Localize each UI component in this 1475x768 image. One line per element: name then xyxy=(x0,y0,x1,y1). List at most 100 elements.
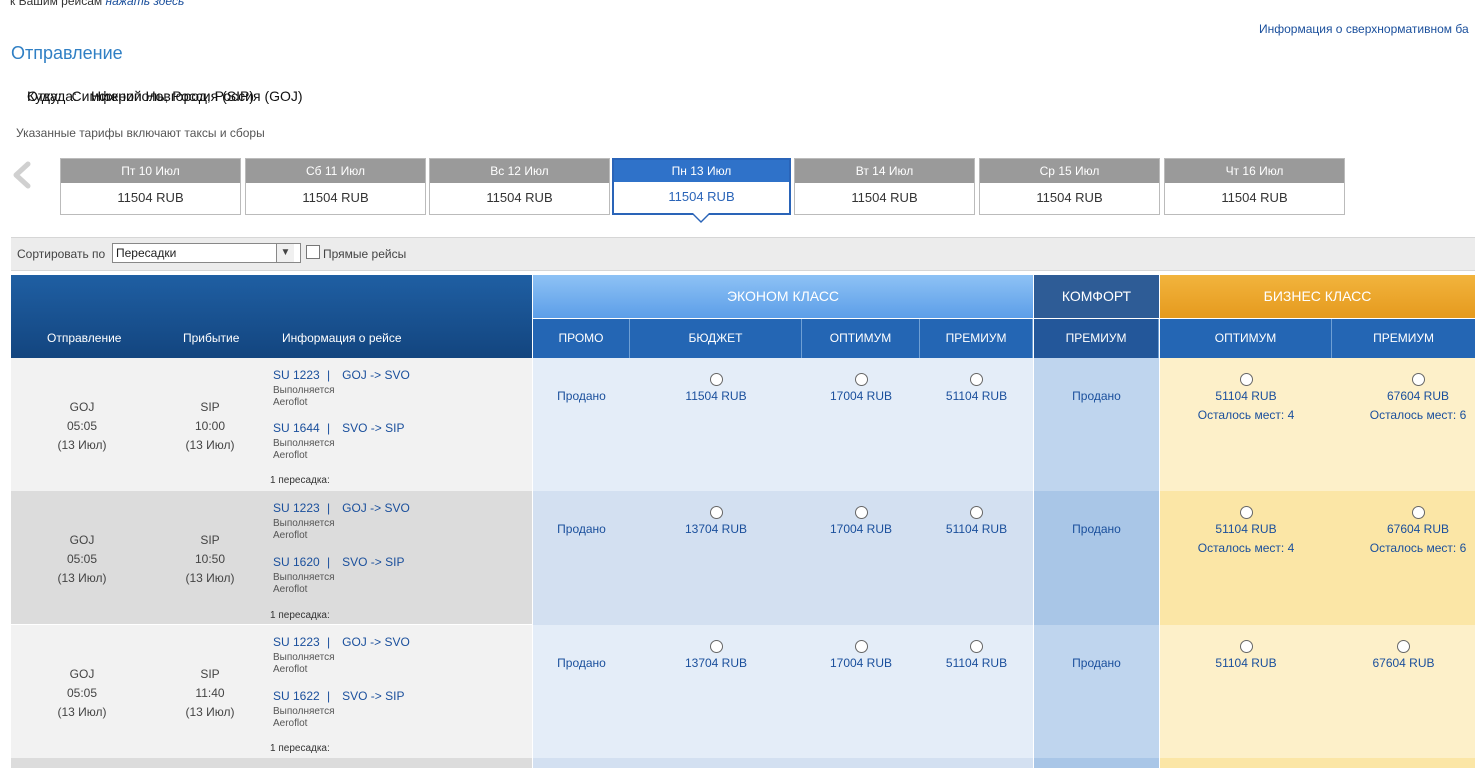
date-tab-price: 11504 RUB xyxy=(668,189,735,204)
fare-premium[interactable]: 51104 RUB xyxy=(920,640,1033,670)
chevron-down-icon[interactable]: ▼ xyxy=(276,244,294,262)
prev-dates-arrow-icon[interactable] xyxy=(8,160,36,190)
fare-radio[interactable] xyxy=(970,373,983,386)
operated-label: Выполняется xyxy=(273,572,335,583)
segment-route[interactable]: GOJ -> SVO xyxy=(342,368,410,382)
fare-budget[interactable]: 13704 RUB xyxy=(630,506,802,536)
segment-code[interactable]: SU 1223 xyxy=(273,368,323,382)
date-tab-6[interactable]: Чт 16 Июл 11504 RUB xyxy=(1164,158,1345,215)
segment-code[interactable]: SU 1223 xyxy=(273,635,323,649)
fare-price: 13704 RUB xyxy=(684,522,748,536)
fare-radio[interactable] xyxy=(1411,373,1425,386)
fare-radio[interactable] xyxy=(709,373,723,386)
fare-biz-optimum[interactable]: 51104 RUB Осталось мест: 4 xyxy=(1160,373,1332,422)
carrier-name: Aeroflot xyxy=(273,664,308,675)
date-tab-1[interactable]: Сб 11 Июл 11504 RUB xyxy=(245,158,426,215)
flight-segment-1[interactable]: SU 1223 | GOJ -> SVO xyxy=(273,635,410,649)
segment-route[interactable]: SVO -> SIP xyxy=(342,555,404,569)
fare-price: 51104 RUB xyxy=(945,522,1008,536)
segment-route[interactable]: GOJ -> SVO xyxy=(342,635,410,649)
fare-biz-optimum[interactable]: 51104 RUB Осталось мест: 4 xyxy=(1160,506,1332,555)
header-optimum: ОПТИМУМ xyxy=(802,319,920,358)
fare-budget[interactable]: 13704 RUB xyxy=(630,640,802,670)
date-tab-0[interactable]: Пт 10 Июл 11504 RUB xyxy=(60,158,241,215)
date-tab-day: Пн 13 Июл xyxy=(614,160,789,182)
top-note-link[interactable]: нажать здесь xyxy=(106,0,185,8)
date-tab-day: Пт 10 Июл xyxy=(61,159,240,183)
segment-code[interactable]: SU 1622 xyxy=(273,689,323,703)
header-budget: БЮДЖЕТ xyxy=(630,319,802,358)
header-biz-optimum: ОПТИМУМ xyxy=(1160,319,1332,358)
segment-code[interactable]: SU 1644 xyxy=(273,421,323,435)
segment-code[interactable]: SU 1620 xyxy=(273,555,323,569)
business-column-bg xyxy=(1160,758,1475,768)
segment-code[interactable]: SU 1223 xyxy=(273,501,323,515)
promo-sold-out: Продано xyxy=(557,522,606,536)
comfort-column-bg xyxy=(1034,491,1159,625)
fare-radio[interactable] xyxy=(709,640,723,653)
fare-optimum[interactable]: 17004 RUB xyxy=(802,373,920,403)
fare-price: 17004 RUB xyxy=(829,389,893,403)
fare-price: 51104 RUB xyxy=(1215,522,1277,536)
flight-segment-2[interactable]: SU 1622 | SVO -> SIP xyxy=(273,689,404,703)
fare-radio[interactable] xyxy=(1239,640,1253,653)
flight-segment-2[interactable]: SU 1620 | SVO -> SIP xyxy=(273,555,404,569)
date-tab-5[interactable]: Ср 15 Июл 11504 RUB xyxy=(979,158,1160,215)
segment-1-operator: Выполняется Aeroflot xyxy=(273,652,335,676)
fare-radio[interactable] xyxy=(1239,506,1253,519)
sort-select[interactable]: Пересадки ▼ xyxy=(112,243,301,263)
fare-optimum[interactable]: 17004 RUB xyxy=(802,506,920,536)
date-tab-price: 11504 RUB xyxy=(1221,190,1288,205)
fare-optimum[interactable]: 17004 RUB xyxy=(802,640,920,670)
fare-radio[interactable] xyxy=(854,640,868,653)
fare-premium[interactable]: 51104 RUB xyxy=(920,506,1033,536)
segment-route[interactable]: GOJ -> SVO xyxy=(342,501,410,515)
segment-route[interactable]: SVO -> SIP xyxy=(342,421,404,435)
fare-biz-premium[interactable]: 67604 RUB xyxy=(1332,640,1475,670)
flight-segment-1[interactable]: SU 1223 | GOJ -> SVO xyxy=(273,501,410,515)
dep-date: (13 Июл) xyxy=(57,571,107,585)
date-tab-price: 11504 RUB xyxy=(1036,190,1103,205)
header-comfort-class: КОМФОРТ xyxy=(1034,275,1159,318)
fare-premium[interactable]: 51104 RUB xyxy=(920,373,1033,403)
date-tab-day: Вс 12 Июл xyxy=(430,159,609,183)
flight-segment-1[interactable]: SU 1223 | GOJ -> SVO xyxy=(273,368,410,382)
fare-budget[interactable]: 11504 RUB xyxy=(630,373,802,403)
fare-biz-premium[interactable]: 67604 RUB Осталось мест: 6 xyxy=(1332,506,1475,555)
header-business-class: БИЗНЕС КЛАСС xyxy=(1160,275,1475,318)
arr-time: 10:00 xyxy=(194,419,226,433)
comfort-sold-out: Продано xyxy=(1072,389,1121,403)
dep-date: (13 Июл) xyxy=(57,438,107,452)
fare-radio[interactable] xyxy=(709,506,723,519)
segment-route[interactable]: SVO -> SIP xyxy=(342,689,404,703)
top-note: к Вашим рейсам нажать здесь xyxy=(10,0,184,8)
fare-price: 67604 RUB xyxy=(1386,522,1450,536)
date-tab-day: Чт 16 Июл xyxy=(1165,159,1344,183)
fare-radio[interactable] xyxy=(854,373,868,386)
carrier-name: Aeroflot xyxy=(273,530,308,541)
flight-segment-2[interactable]: SU 1644 | SVO -> SIP xyxy=(273,421,404,435)
header-departure: Отправление xyxy=(47,331,122,345)
fare-radio[interactable] xyxy=(1411,506,1425,519)
arr-date: (13 Июл) xyxy=(185,571,235,585)
date-tab-2[interactable]: Вс 12 Июл 11504 RUB xyxy=(429,158,610,215)
sort-select-value: Пересадки xyxy=(116,246,177,260)
segment-divider: | xyxy=(327,368,331,382)
date-tab-4[interactable]: Вт 14 Июл 11504 RUB xyxy=(794,158,975,215)
seats-left: Осталось мест: 6 xyxy=(1369,541,1467,555)
fare-biz-optimum[interactable]: 51104 RUB xyxy=(1160,640,1332,670)
departure-cell: GOJ 05:05 (13 Июл) xyxy=(46,531,118,588)
fare-radio[interactable] xyxy=(970,506,983,519)
baggage-info-link[interactable]: Информация о сверхнормативном ба xyxy=(1259,22,1469,36)
flight-row-partial-info xyxy=(11,758,532,768)
operated-label: Выполняется xyxy=(273,385,335,396)
fare-radio[interactable] xyxy=(1397,640,1410,653)
date-tab-3-selected[interactable]: Пн 13 Июл 11504 RUB xyxy=(612,158,791,215)
fare-radio[interactable] xyxy=(970,640,983,653)
fare-biz-premium[interactable]: 67604 RUB Осталось мест: 6 xyxy=(1332,373,1475,422)
fare-radio[interactable] xyxy=(854,506,868,519)
fare-radio[interactable] xyxy=(1239,373,1253,386)
carrier-name: Aeroflot xyxy=(273,718,308,729)
arr-time: 10:50 xyxy=(194,552,226,566)
direct-flights-checkbox[interactable] xyxy=(306,245,320,259)
